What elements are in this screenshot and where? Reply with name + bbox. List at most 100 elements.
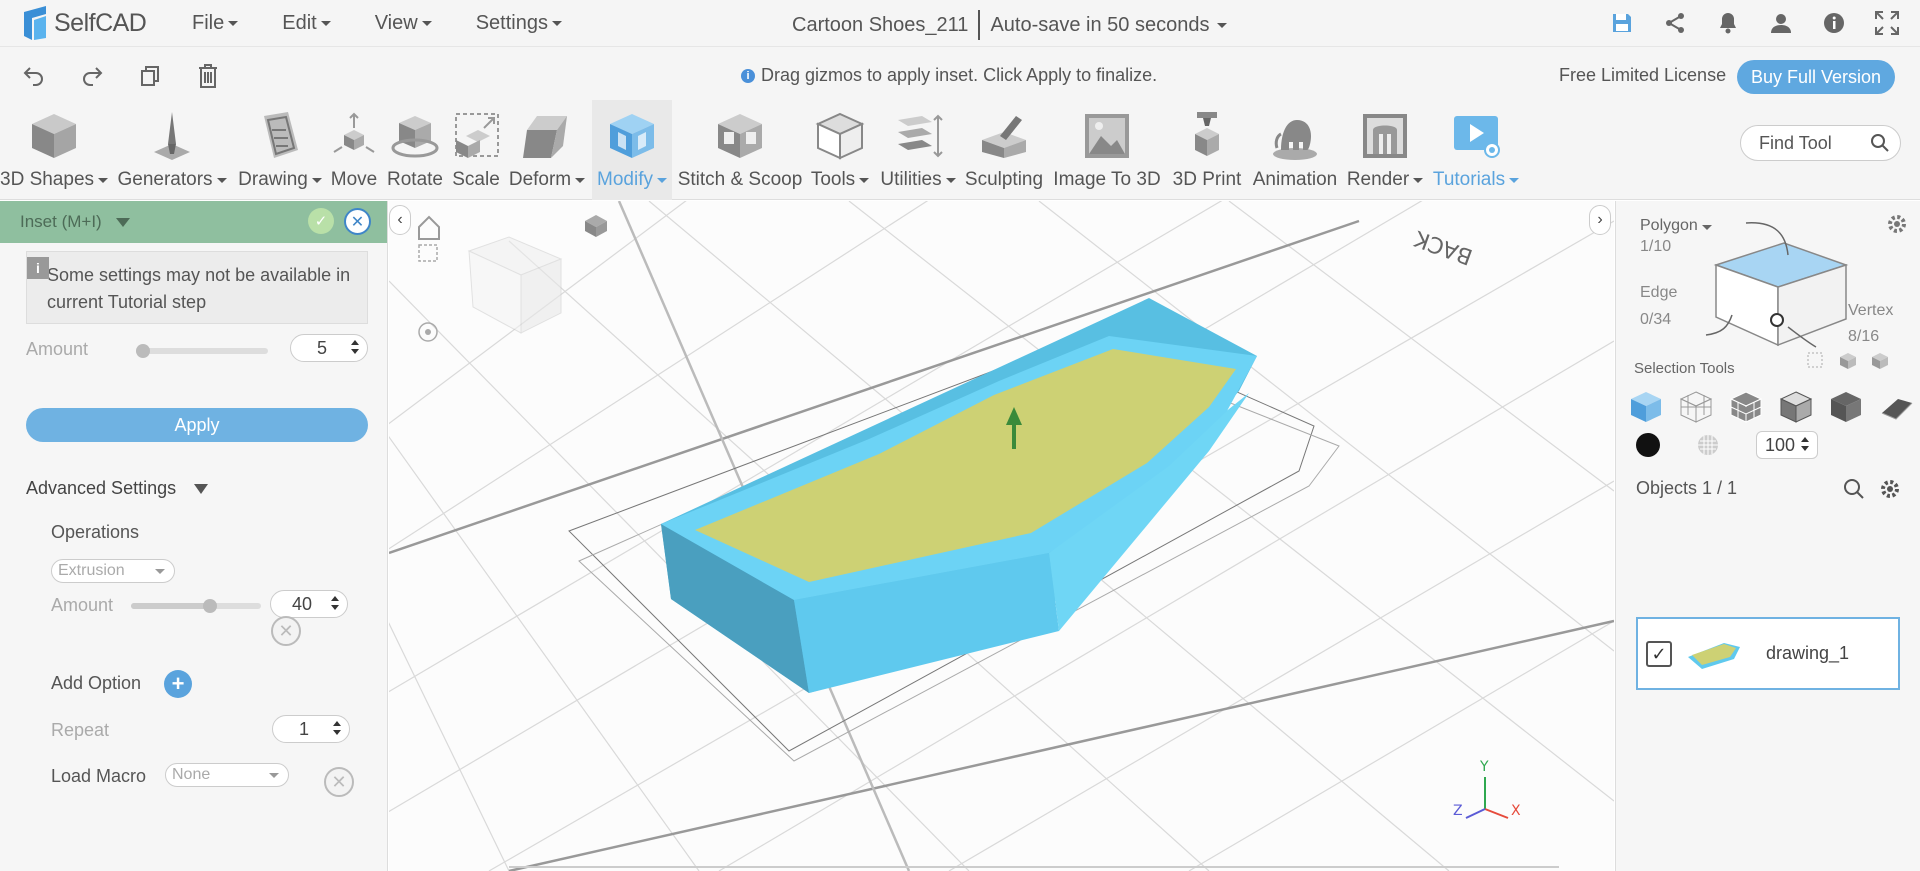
axis-triad: Y X Z (1453, 759, 1521, 819)
selection-mode-cube[interactable] (1676, 215, 1876, 355)
rect-select-icon[interactable] (1806, 351, 1826, 371)
bell-icon[interactable] (1713, 8, 1743, 38)
object-name[interactable]: drawing_1 (1766, 643, 1849, 664)
tool-move[interactable]: Move (326, 100, 382, 200)
stepper-arrows-icon[interactable] (1801, 437, 1809, 451)
redo-icon[interactable] (78, 62, 106, 90)
tool-rotate[interactable]: Rotate (384, 100, 446, 200)
material-texture-icon[interactable] (1696, 433, 1720, 457)
document-title[interactable]: Cartoon Shoes_211 (792, 14, 968, 37)
tool-stitch-scoop[interactable]: Stitch & Scoop (676, 100, 804, 200)
chevron-down-icon[interactable] (1217, 22, 1228, 28)
remove-macro-icon[interactable]: ✕ (324, 767, 354, 797)
action-bar: i Drag gizmos to apply inset. Click Appl… (0, 46, 1920, 100)
undo-icon[interactable] (20, 62, 48, 90)
edge-label[interactable]: Edge (1640, 284, 1677, 302)
advanced-settings-toggle[interactable]: Advanced Settings (26, 478, 209, 499)
apply-button[interactable]: Apply (26, 408, 368, 442)
copy-icon[interactable] (136, 62, 164, 90)
remove-operation-icon[interactable]: ✕ (271, 616, 301, 646)
select-solid-icon[interactable] (1828, 389, 1864, 425)
tool-tools[interactable]: Tools (808, 100, 872, 200)
camera-icon[interactable] (585, 215, 607, 237)
amount-stepper[interactable]: 5 (290, 334, 368, 362)
select-object-icon[interactable] (1628, 389, 1664, 425)
fit-view-icon[interactable] (418, 244, 438, 262)
collapse-right-panel-icon[interactable]: › (1589, 205, 1611, 235)
fullscreen-icon[interactable] (1872, 8, 1902, 38)
tool-drawing[interactable]: Drawing (234, 100, 326, 200)
chevron-down-icon[interactable] (194, 483, 209, 494)
operation-amount-slider[interactable] (131, 599, 261, 613)
tool-generators[interactable]: Generators (112, 100, 232, 200)
close-icon[interactable]: ✕ (344, 208, 371, 235)
tool-label: Tutorials (1432, 169, 1506, 190)
tool-deform[interactable]: Deform (506, 100, 588, 200)
save-icon[interactable] (1607, 8, 1637, 38)
info-icon[interactable] (1819, 8, 1849, 38)
user-icon[interactable] (1766, 8, 1796, 38)
app-logo[interactable]: SelfCAD (20, 6, 148, 40)
utilities-icon (890, 108, 946, 164)
find-tool-input[interactable]: Find Tool (1759, 133, 1832, 154)
stepper-arrows-icon[interactable] (333, 721, 341, 735)
panel-header[interactable]: Inset (M+I) ✓ ✕ (0, 201, 387, 243)
tool-tutorials[interactable]: Tutorials (1428, 100, 1524, 200)
find-tool-search[interactable]: Find Tool (1740, 125, 1901, 161)
gear-icon[interactable] (1879, 478, 1901, 500)
home-icon[interactable] (418, 215, 440, 240)
tool-image-to-3d[interactable]: Image To 3D (1050, 100, 1164, 200)
operation-amount-knob[interactable] (203, 599, 217, 613)
3d-viewport[interactable]: BACK Y X Z ‹ › (389, 201, 1614, 871)
box-select-icon[interactable] (1838, 351, 1858, 371)
buy-full-version-button[interactable]: Buy Full Version (1737, 60, 1895, 94)
tool-utilities[interactable]: Utilities (876, 100, 960, 200)
selection-panel: Polygon 1/10 Edge 0/34 Vertex 8/16 Selec… (1615, 201, 1920, 871)
gear-icon[interactable] (1886, 213, 1908, 240)
select-faces-grid-icon[interactable] (1728, 389, 1764, 425)
trash-icon[interactable] (194, 62, 222, 90)
select-wireframe-icon[interactable] (1678, 389, 1714, 425)
load-macro-select[interactable]: None (165, 763, 289, 787)
tool-modify[interactable]: Modify (592, 100, 672, 200)
stepper-arrows-icon[interactable] (331, 596, 339, 610)
orbit-icon[interactable] (418, 322, 438, 342)
autosave-dropdown[interactable]: Auto-save in 50 seconds (990, 14, 1209, 37)
select-edges-icon[interactable] (1778, 389, 1814, 425)
menu-file[interactable]: File (192, 12, 239, 35)
tool-render[interactable]: Render (1346, 100, 1424, 200)
visibility-checkbox[interactable]: ✓ (1646, 641, 1672, 667)
search-icon[interactable] (1843, 478, 1865, 500)
load-macro-label: Load Macro (51, 766, 147, 786)
cube-select-icon[interactable] (1870, 351, 1890, 371)
tool-label: Deform (508, 169, 572, 190)
search-icon[interactable] (1870, 133, 1890, 153)
chevron-down-icon[interactable] (115, 217, 130, 227)
operation-amount-stepper[interactable]: 40 (270, 590, 348, 618)
menu-view[interactable]: View (375, 12, 432, 35)
share-icon[interactable] (1660, 8, 1690, 38)
opacity-stepper[interactable]: 100 (1756, 431, 1818, 459)
collapse-left-panel-icon[interactable]: ‹ (389, 205, 411, 235)
color-swatch-black[interactable] (1636, 433, 1660, 457)
amount-slider-knob[interactable] (136, 344, 150, 358)
tool-animation[interactable]: Animation (1250, 100, 1340, 200)
menu-settings[interactable]: Settings (476, 12, 562, 35)
select-plane-icon[interactable] (1878, 389, 1914, 425)
tool-3d-print[interactable]: 3D Print (1166, 100, 1248, 200)
tool-scale[interactable]: Scale (448, 100, 504, 200)
scene-canvas[interactable]: BACK Y X Z (389, 201, 1614, 871)
navigation-cube[interactable] (467, 236, 563, 334)
render-icon (1357, 108, 1413, 164)
repeat-stepper[interactable]: 1 (272, 715, 350, 743)
vertex-label[interactable]: Vertex (1848, 302, 1893, 320)
confirm-check-icon[interactable]: ✓ (308, 208, 334, 234)
stepper-arrows-icon[interactable] (351, 340, 359, 354)
add-option-plus-icon[interactable]: + (164, 670, 192, 698)
menu-edit[interactable]: Edit (282, 12, 331, 35)
tool-sculpting[interactable]: Sculpting (962, 100, 1046, 200)
operation-select[interactable]: Extrusion (51, 559, 175, 583)
tool-3d-shapes[interactable]: 3D Shapes (0, 100, 109, 200)
object-list-item[interactable]: ✓ drawing_1 (1636, 617, 1900, 690)
amount-slider[interactable] (136, 344, 268, 358)
